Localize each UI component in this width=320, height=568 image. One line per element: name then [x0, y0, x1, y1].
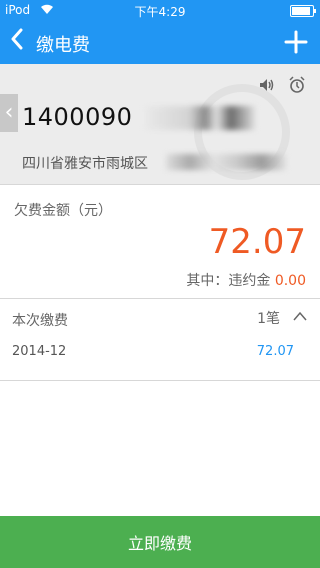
previous-account-button[interactable]: ‹: [0, 94, 18, 132]
chevron-up-icon[interactable]: [292, 310, 308, 322]
this-payment-section[interactable]: 本次缴费 1笔 2014-12 72.07: [0, 300, 320, 380]
speaker-icon[interactable]: [258, 76, 276, 94]
back-button[interactable]: [10, 28, 28, 50]
pay-now-button[interactable]: 立即缴费: [0, 516, 320, 568]
redacted-number: [145, 106, 255, 130]
bill-period: 2014-12: [12, 344, 67, 359]
arrears-amount: 72.07: [208, 222, 306, 262]
arrears-section: 欠费金额（元） 72.07 其中：违约金 0.00: [0, 186, 320, 296]
penalty-value: 0.00: [274, 273, 306, 289]
arrears-label: 欠费金额（元）: [14, 203, 112, 219]
nav-bar: 缴电费: [0, 20, 320, 64]
battery-icon: [290, 5, 316, 17]
status-bar: iPod 下午4:29: [0, 0, 320, 20]
payment-count: 1笔: [257, 311, 280, 327]
account-address: 四川省雅安市雨城区: [22, 156, 148, 172]
penalty-line: 其中：违约金 0.00: [186, 270, 306, 290]
account-number: 1400090: [22, 103, 133, 131]
add-icon[interactable]: [282, 28, 310, 56]
page-title: 缴电费: [36, 35, 90, 56]
penalty-label: 其中：违约金: [186, 273, 271, 289]
account-card[interactable]: ‹ 1400090 四川省雅安市雨城区: [0, 64, 320, 185]
this-payment-label: 本次缴费: [12, 313, 68, 329]
status-time: 下午4:29: [134, 5, 186, 19]
divider: [0, 298, 320, 299]
redacted-address: [166, 154, 286, 170]
divider: [0, 380, 320, 381]
alarm-clock-icon[interactable]: [288, 76, 306, 94]
chevron-left-icon: ‹: [4, 100, 14, 125]
chevron-left-icon: [11, 28, 23, 50]
bill-amount: 72.07: [256, 344, 294, 359]
